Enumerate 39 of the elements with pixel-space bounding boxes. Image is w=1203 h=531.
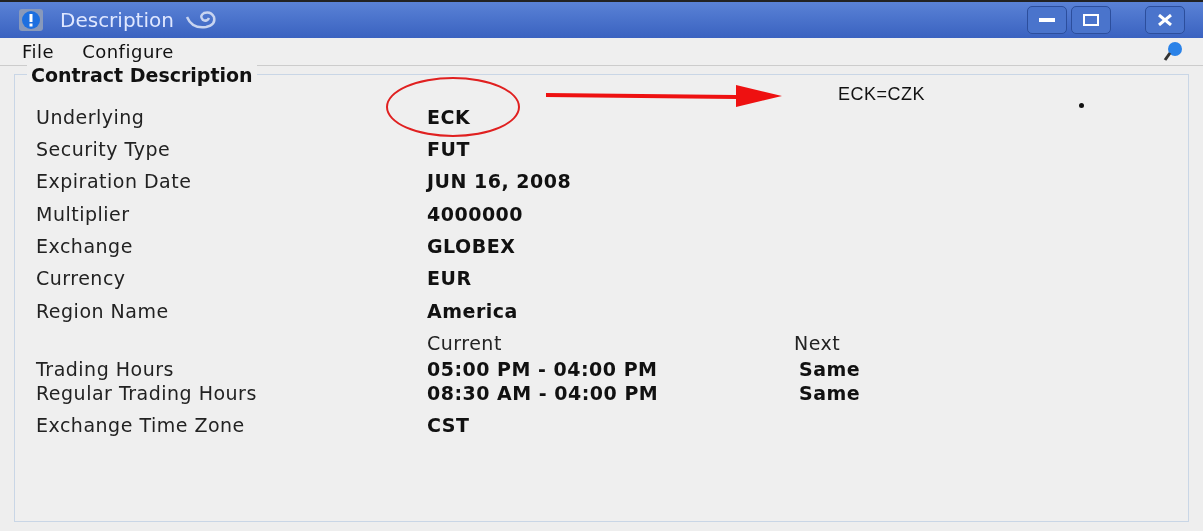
menu-item[interactable]: File xyxy=(22,38,55,65)
field-value: 4000000 xyxy=(427,201,524,227)
help-icon[interactable] xyxy=(1161,40,1185,63)
field-label: Regular Trading Hours xyxy=(36,380,258,406)
field-value: America xyxy=(427,298,518,324)
column-header: Current xyxy=(427,330,503,356)
close-button[interactable] xyxy=(1145,6,1185,34)
menu-item[interactable]: Configure xyxy=(82,38,174,65)
field-label: Trading Hours xyxy=(36,356,175,382)
field-value: 05:00 PM - 04:00 PM xyxy=(427,356,659,382)
field-value: CST xyxy=(427,412,470,438)
field-label: Expiration Date xyxy=(36,169,193,195)
dot-mark xyxy=(1079,103,1084,108)
field-label: Security Type xyxy=(36,137,172,163)
field-label: Underlying xyxy=(36,104,146,130)
field-value: GLOBEX xyxy=(427,234,516,260)
field-label: Region Name xyxy=(36,298,170,324)
column-header: Next xyxy=(794,330,841,356)
close-icon xyxy=(1157,14,1173,26)
field-value: ECK xyxy=(427,104,471,130)
annotation-text: ECK=CZK xyxy=(838,83,926,106)
field-value: 08:30 AM - 04:00 PM xyxy=(427,380,660,406)
field-label: Exchange xyxy=(36,234,134,260)
minimize-button[interactable] xyxy=(1027,6,1067,34)
field-label: Currency xyxy=(36,266,127,292)
field-value: EUR xyxy=(427,266,472,292)
maximize-button[interactable] xyxy=(1071,6,1111,34)
maximize-icon xyxy=(1083,14,1099,26)
minimize-icon xyxy=(1039,18,1055,22)
field-label: Multiplier xyxy=(36,201,131,227)
group-title: Contract Description xyxy=(27,65,257,85)
info-icon xyxy=(18,8,44,32)
field-value: Same xyxy=(799,380,861,406)
field-value: JUN 16, 2008 xyxy=(427,169,572,195)
field-label: Exchange Time Zone xyxy=(36,412,246,438)
field-value: FUT xyxy=(427,137,470,163)
window-title: Description xyxy=(60,7,174,34)
field-value: Same xyxy=(799,356,861,382)
swirl-icon xyxy=(183,9,218,31)
